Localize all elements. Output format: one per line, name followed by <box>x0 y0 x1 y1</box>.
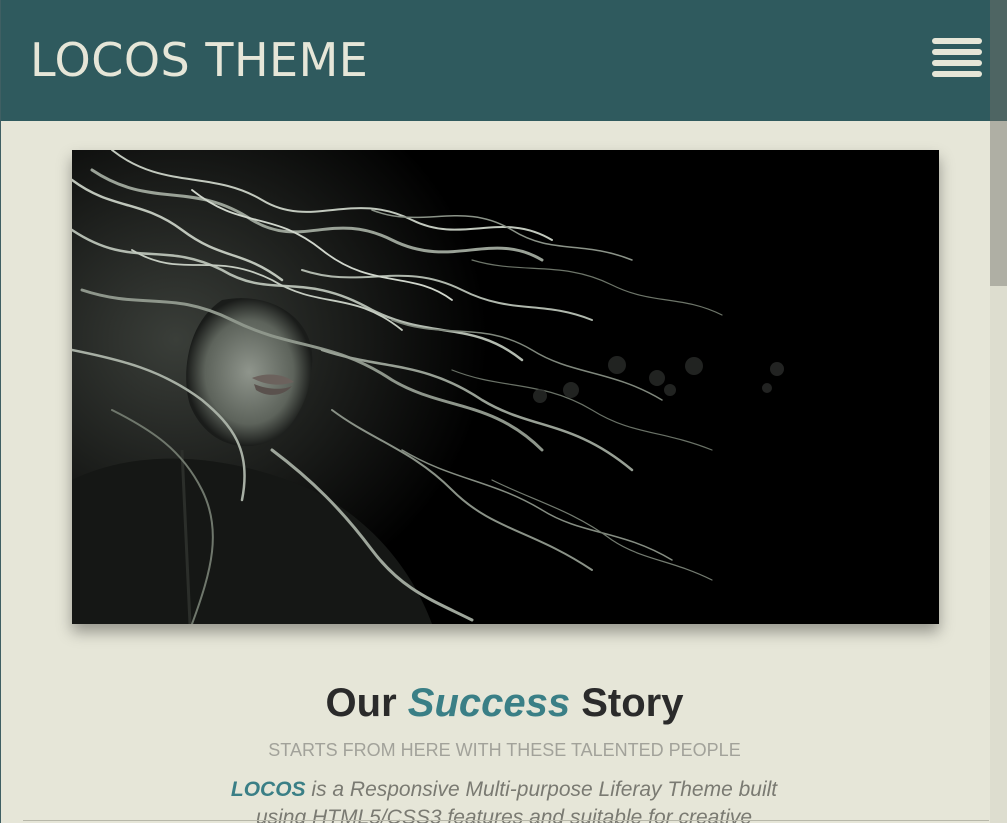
woman-hair-photo <box>72 150 939 624</box>
section-title: Our Success Story <box>1 679 1007 727</box>
hero-image <box>72 150 939 624</box>
hamburger-menu-icon[interactable] <box>932 38 982 78</box>
menu-bar <box>932 71 982 77</box>
section-subtitle: STARTS FROM HERE WITH THESE TALENTED PEO… <box>268 740 741 760</box>
site-header: LOCOS THEME <box>1 0 1007 121</box>
divider <box>23 820 989 821</box>
site-logo-title[interactable]: LOCOS THEME <box>30 33 368 87</box>
section-description: LOCOS is a Responsive Multi-purpose Life… <box>204 776 804 823</box>
scrollbar-thumb[interactable] <box>990 0 1007 286</box>
title-before: Our <box>325 681 408 725</box>
title-accent: Success <box>407 681 571 725</box>
vertical-scrollbar[interactable] <box>990 0 1007 823</box>
description-brand: LOCOS <box>230 778 306 801</box>
page: LOCOS THEME Our Success Story STARTS FRO… <box>0 0 1007 823</box>
description-text: is a Responsive Multi-purpose Liferay Th… <box>255 778 778 823</box>
menu-bar <box>932 49 982 55</box>
title-after: Story <box>570 681 684 725</box>
menu-bar <box>932 60 982 66</box>
menu-bar <box>932 38 982 44</box>
